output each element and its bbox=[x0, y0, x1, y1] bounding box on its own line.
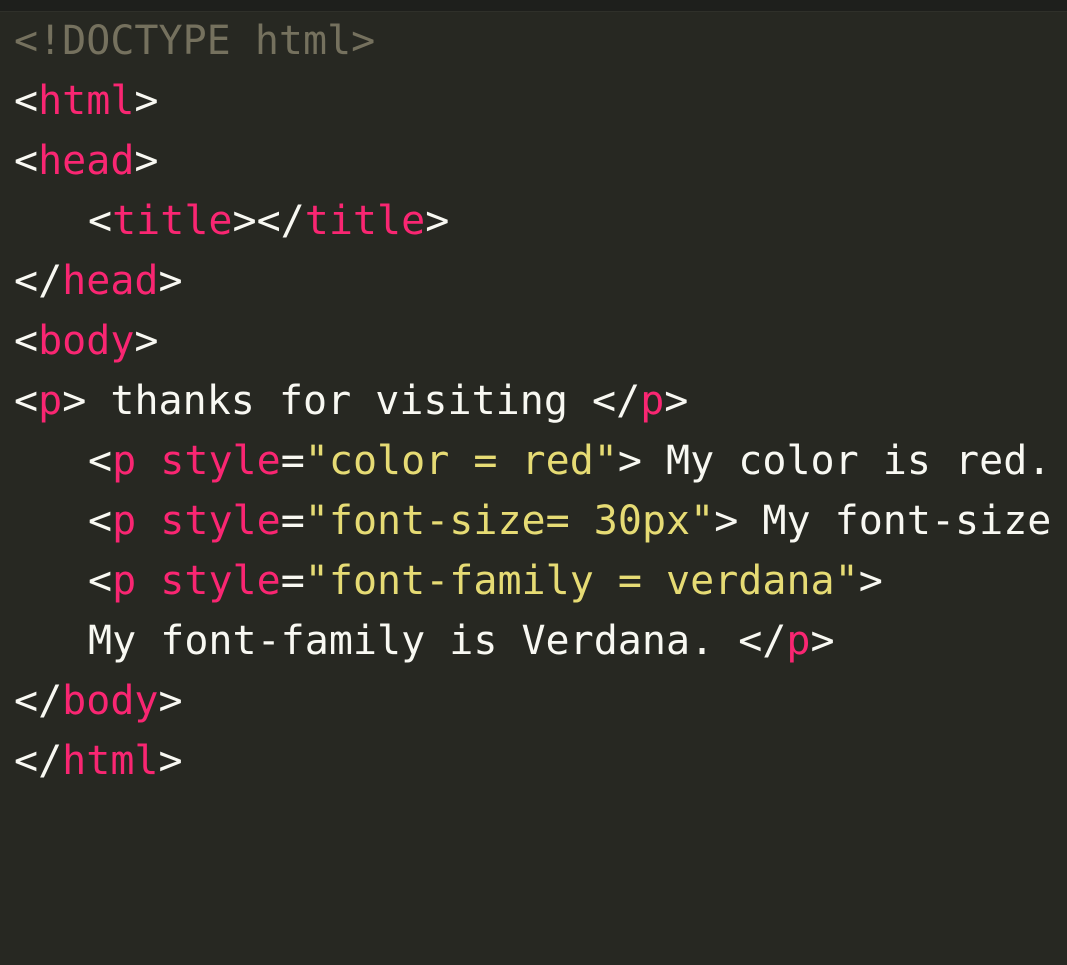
punctuation-token: > bbox=[62, 378, 87, 424]
code-line[interactable]: <p style="font-family = verdana"> bbox=[14, 551, 1067, 611]
tag-name-token: body bbox=[62, 678, 159, 724]
code-line[interactable]: <p> thanks for visiting </p> bbox=[14, 371, 1067, 431]
punctuation-token: ></ bbox=[232, 198, 305, 244]
attribute-name-token: style bbox=[160, 498, 281, 544]
tag-name-token: p bbox=[112, 558, 137, 604]
punctuation-token: </ bbox=[592, 378, 641, 424]
punctuation-token: = bbox=[280, 558, 305, 604]
code-area[interactable]: <!DOCTYPE html> <html> <head> <title></titl… bbox=[14, 11, 1067, 791]
code-line[interactable]: My font-family is Verdana. </p> bbox=[14, 611, 1067, 671]
punctuation-token: > bbox=[134, 318, 159, 364]
code-line[interactable]: <html> bbox=[14, 71, 1067, 131]
text-token: My color is red. bbox=[641, 438, 1052, 484]
punctuation-token: = bbox=[280, 498, 305, 544]
tag-name-token: html bbox=[62, 738, 159, 784]
code-editor[interactable]: <!DOCTYPE html> <html> <head> <title></titl… bbox=[0, 0, 1067, 965]
punctuation-token: </ bbox=[738, 618, 787, 664]
punctuation-token: </ bbox=[14, 678, 63, 724]
tag-name-token: html bbox=[38, 78, 135, 124]
punctuation-token: > bbox=[158, 678, 183, 724]
punctuation-token: > bbox=[134, 78, 159, 124]
punctuation-token: < bbox=[14, 138, 39, 184]
tag-name-token: p bbox=[786, 618, 811, 664]
punctuation-token: < bbox=[14, 318, 39, 364]
punctuation-token: > bbox=[425, 198, 450, 244]
attribute-name-token: style bbox=[160, 438, 281, 484]
tag-name-token: head bbox=[38, 138, 135, 184]
code-line[interactable]: <!DOCTYPE html> bbox=[14, 11, 1067, 71]
punctuation-token: > bbox=[617, 438, 642, 484]
punctuation-token: < bbox=[88, 438, 113, 484]
code-line[interactable]: <p style="color = red"> My color is red. bbox=[14, 431, 1067, 491]
text-token: My font-size bbox=[738, 498, 1052, 544]
code-line[interactable]: <body> bbox=[14, 311, 1067, 371]
punctuation-token: > bbox=[158, 738, 183, 784]
tag-name-token: title bbox=[304, 198, 426, 244]
tag-name-token: title bbox=[112, 198, 233, 244]
punctuation-token: > bbox=[714, 498, 739, 544]
code-line[interactable]: </html> bbox=[14, 731, 1067, 791]
doctype-token: <!DOCTYPE html> bbox=[14, 18, 376, 64]
punctuation-token: </ bbox=[14, 738, 63, 784]
punctuation-token: > bbox=[158, 258, 183, 304]
string-token: "font-size= 30px" bbox=[304, 498, 715, 544]
punctuation-token: < bbox=[88, 198, 113, 244]
punctuation-token: < bbox=[88, 558, 113, 604]
tag-name-token: p bbox=[640, 378, 665, 424]
string-token: "font-family = verdana" bbox=[304, 558, 859, 604]
punctuation-token: < bbox=[88, 498, 113, 544]
tag-name-token: p bbox=[112, 498, 137, 544]
punctuation-token: = bbox=[280, 438, 305, 484]
punctuation-token: > bbox=[134, 138, 159, 184]
string-token: "color = red" bbox=[304, 438, 618, 484]
tag-name-token: head bbox=[62, 258, 159, 304]
punctuation-token: > bbox=[664, 378, 689, 424]
attribute-name-token: style bbox=[160, 558, 281, 604]
tag-name-token: body bbox=[38, 318, 135, 364]
code-line[interactable]: <title></title> bbox=[14, 191, 1067, 251]
punctuation-token: < bbox=[14, 378, 39, 424]
code-line[interactable]: <p style="font-size= 30px"> My font-size bbox=[14, 491, 1067, 551]
tag-name-token: p bbox=[112, 438, 137, 484]
code-line[interactable]: </head> bbox=[14, 251, 1067, 311]
punctuation-token: > bbox=[810, 618, 835, 664]
text-token: thanks for visiting bbox=[86, 378, 593, 424]
punctuation-token: > bbox=[858, 558, 883, 604]
punctuation-token: < bbox=[14, 78, 39, 124]
tag-name-token: p bbox=[38, 378, 63, 424]
punctuation-token: </ bbox=[14, 258, 63, 304]
code-line[interactable]: <head> bbox=[14, 131, 1067, 191]
text-token: My font-family is Verdana. bbox=[88, 618, 739, 664]
code-line[interactable]: </body> bbox=[14, 671, 1067, 731]
